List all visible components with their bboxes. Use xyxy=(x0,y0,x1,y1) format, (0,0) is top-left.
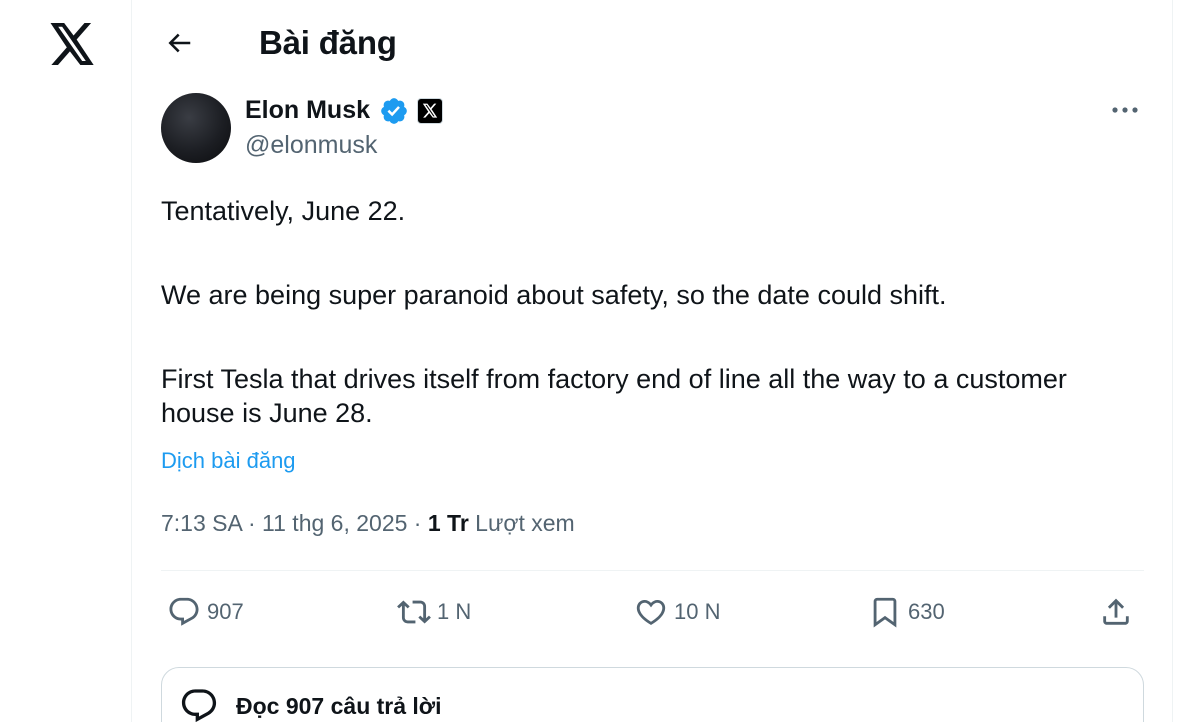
action-bar: 907 1 N 10 N 630 xyxy=(161,591,1144,633)
verified-badge-icon[interactable] xyxy=(379,96,409,126)
left-rail xyxy=(0,0,131,722)
heart-icon xyxy=(636,599,666,625)
reply-bubble-icon xyxy=(181,689,217,722)
post-date[interactable]: 11 thg 6, 2025 xyxy=(262,510,407,536)
bookmark-icon xyxy=(873,597,897,628)
meta-separator: · xyxy=(247,510,263,536)
reply-button[interactable]: 907 xyxy=(167,591,244,633)
bookmark-button[interactable]: 630 xyxy=(868,591,945,633)
avatar[interactable] xyxy=(161,93,231,163)
more-horizontal-icon xyxy=(1112,107,1138,113)
page-header: Bài đăng xyxy=(132,0,1172,86)
tweet-paragraph: Tentatively, June 22. xyxy=(161,196,406,226)
post-time[interactable]: 7:13 SA xyxy=(161,510,242,536)
read-replies-label: Đọc 907 câu trả lời xyxy=(236,693,442,719)
like-button[interactable]: 10 N xyxy=(634,591,720,633)
repost-icon xyxy=(397,600,431,624)
views-count: 1 Tr xyxy=(427,510,469,536)
repost-count: 1 N xyxy=(437,599,472,624)
divider xyxy=(161,570,1144,571)
read-replies-button[interactable]: Đọc 907 câu trả lời xyxy=(161,667,1144,722)
translate-post-link[interactable]: Dịch bài đăng xyxy=(161,447,296,475)
meta-separator: · xyxy=(413,510,428,536)
more-options-button[interactable] xyxy=(1108,96,1142,124)
repost-button[interactable]: 1 N xyxy=(397,591,471,633)
tweet-meta: 7:13 SA · 11 thg 6, 2025 · 1 Tr Lượt xem xyxy=(161,508,575,538)
reply-count: 907 xyxy=(207,599,244,624)
tweet-text: Tentatively, June 22. We are being super… xyxy=(161,194,1121,430)
main-column: Bài đăng Elon Musk @elonmusk Tentatively… xyxy=(131,0,1173,722)
back-button[interactable] xyxy=(160,24,198,62)
affiliate-x-badge-icon[interactable] xyxy=(417,98,443,124)
page-title: Bài đăng xyxy=(259,24,397,61)
like-count: 10 N xyxy=(674,599,721,624)
arrow-left-icon xyxy=(168,33,191,53)
app: Bài đăng Elon Musk @elonmusk Tentatively… xyxy=(0,0,1200,722)
tweet-paragraph: We are being super paranoid about safety… xyxy=(161,280,947,310)
reply-icon xyxy=(169,597,199,626)
views-label: Lượt xem xyxy=(475,510,575,536)
x-logo-icon[interactable] xyxy=(48,23,96,67)
share-button[interactable] xyxy=(1099,591,1133,633)
share-icon xyxy=(1103,598,1129,625)
tweet-paragraph: First Tesla that drives itself from fact… xyxy=(161,364,1067,428)
bookmark-count: 630 xyxy=(908,599,945,624)
author-handle[interactable]: @elonmusk xyxy=(245,130,377,160)
x-logo-small-icon xyxy=(422,103,438,118)
author-name[interactable]: Elon Musk xyxy=(245,95,370,125)
